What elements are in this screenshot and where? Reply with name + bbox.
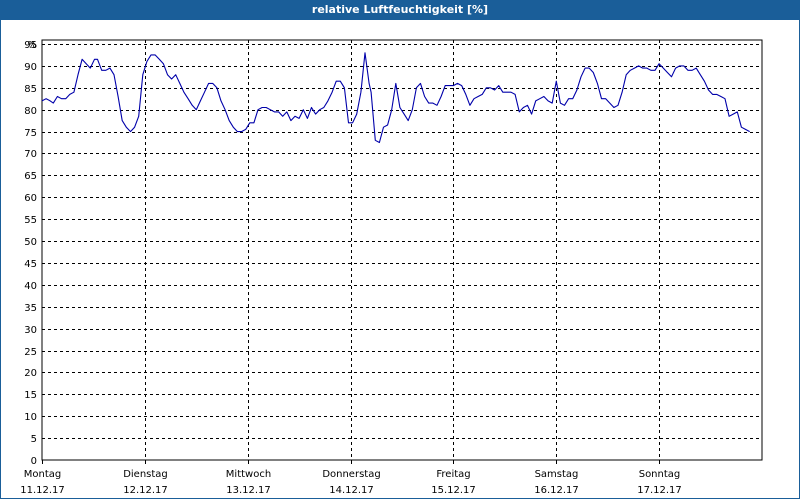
y-tick-label: 20 <box>24 368 37 379</box>
y-tick-label: 60 <box>24 193 37 204</box>
y-tick-label: 25 <box>24 347 37 358</box>
x-tick-date: 16.12.17 <box>534 485 579 496</box>
x-tick-weekday: Mittwoch <box>226 469 271 480</box>
x-tick-date: 12.12.17 <box>123 485 168 496</box>
x-tick-weekday: Sonntag <box>639 469 681 480</box>
y-tick-label: 35 <box>24 303 37 314</box>
x-tick-weekday: Donnerstag <box>322 469 380 480</box>
plot-area <box>41 39 763 461</box>
y-axis-label: % <box>27 40 37 51</box>
x-tick-date: 13.12.17 <box>226 485 271 496</box>
y-tick-label: 65 <box>24 171 37 182</box>
y-tick-label: 50 <box>24 237 37 248</box>
y-tick-label: 15 <box>24 390 37 401</box>
x-tick-date: 15.12.17 <box>431 485 476 496</box>
x-tick-date: 11.12.17 <box>20 485 65 496</box>
x-tick-weekday: Montag <box>24 469 61 480</box>
x-tick-date: 17.12.17 <box>637 485 682 496</box>
x-tick-weekday: Dienstag <box>123 469 168 480</box>
x-tick-date: 14.12.17 <box>329 485 374 496</box>
y-tick-label: 55 <box>24 215 37 226</box>
y-tick-label: 70 <box>24 149 37 160</box>
y-tick-label: 40 <box>24 281 37 292</box>
x-tick-weekday: Freitag <box>436 469 470 480</box>
y-tick-label: 45 <box>24 259 37 270</box>
x-tick-weekday: Samstag <box>535 469 579 480</box>
y-tick-label: 75 <box>24 128 37 139</box>
y-tick-label: 30 <box>24 325 37 336</box>
y-tick-label: 0 <box>31 456 37 467</box>
y-tick-label: 5 <box>31 434 37 445</box>
y-tick-label: 85 <box>24 84 37 95</box>
humidity-chart: 05101520253035404550556065707580859095%M… <box>20 39 763 496</box>
y-tick-label: 80 <box>24 106 37 117</box>
y-tick-label: 90 <box>24 62 37 73</box>
y-tick-label: 10 <box>24 412 37 423</box>
